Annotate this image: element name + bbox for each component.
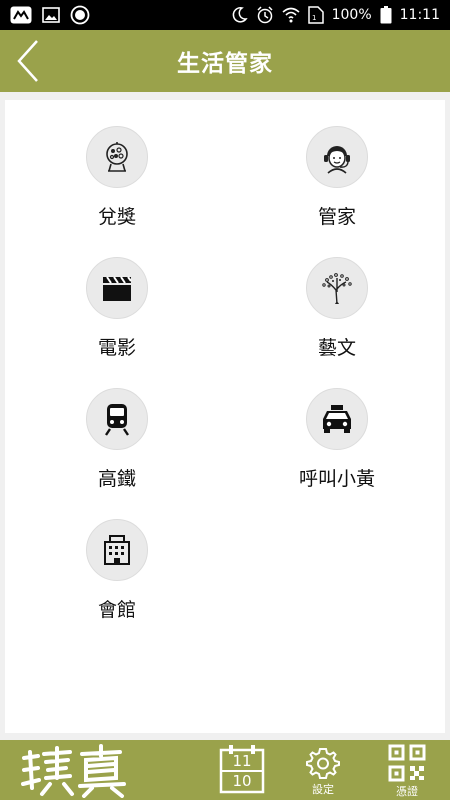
headset-person-icon [324, 146, 350, 174]
sim-icon: 1 [307, 6, 324, 24]
wifi-icon [282, 7, 300, 23]
menu-item-movie[interactable]: 電影 [47, 257, 187, 360]
tree-art-icon [322, 273, 352, 305]
back-button[interactable] [8, 38, 48, 84]
menu-item-icon-circle [86, 126, 148, 188]
menu-item-icon-circle [306, 388, 368, 450]
menu-item-label: 高鐵 [97, 468, 136, 490]
menu-item-icon-circle [306, 126, 368, 188]
brand-logo [20, 744, 130, 798]
menu-item-icon-circle [86, 257, 148, 319]
page-title: 生活管家 [177, 51, 273, 77]
image-icon [42, 7, 60, 23]
moon-icon [230, 6, 248, 24]
gear-icon [306, 748, 340, 779]
menu-item-label: 藝文 [317, 337, 356, 359]
credential-button[interactable]: 憑證 [388, 744, 426, 799]
alarm-icon [256, 6, 274, 24]
menu-item-lottery[interactable]: 兌獎 [47, 126, 187, 229]
menu-panel: 兌獎 管家 電影 藝文 高鐵 呼叫小黃 會館 [5, 100, 445, 733]
calendar-button[interactable]: 11 10 [219, 744, 265, 794]
calendar-top-number: 11 [232, 752, 252, 770]
menu-item-label: 兌獎 [97, 206, 136, 228]
menu-item-label: 呼叫小黃 [298, 468, 375, 490]
svg-text:1: 1 [312, 14, 316, 22]
building-icon [104, 535, 130, 565]
bottom-nav: 11 10 設定 憑證 [0, 740, 450, 800]
credential-label: 憑證 [396, 785, 418, 798]
lottery-icon [106, 142, 128, 172]
app-icon [10, 6, 32, 24]
settings-button[interactable]: 設定 [306, 746, 340, 797]
app-header: 生活管家 [0, 30, 450, 92]
menu-item-icon-circle [86, 519, 148, 581]
clock-time: 11:11 [399, 7, 440, 23]
menu-item-butler[interactable]: 管家 [267, 126, 407, 229]
menu-item-clubhouse[interactable]: 會館 [47, 519, 187, 622]
taxi-icon [323, 405, 351, 433]
menu-item-taxi[interactable]: 呼叫小黃 [267, 388, 407, 491]
status-right: 1 100% 11:11 [230, 6, 440, 24]
battery-percent: 100% [331, 7, 372, 23]
status-bar: 1 100% 11:11 [0, 0, 450, 30]
menu-item-arts[interactable]: 藝文 [267, 257, 407, 360]
clapperboard-icon [103, 276, 132, 301]
menu-item-label: 電影 [97, 337, 136, 359]
menu-item-hsr[interactable]: 高鐵 [47, 388, 187, 491]
battery-icon [380, 6, 392, 24]
menu-item-icon-circle [306, 257, 368, 319]
menu-item-label: 會館 [97, 599, 136, 621]
menu-item-icon-circle [86, 388, 148, 450]
calendar-bottom-number: 10 [232, 772, 252, 790]
chevron-left-icon [17, 40, 38, 82]
menu-item-label: 管家 [317, 206, 356, 228]
status-left [10, 5, 90, 25]
settings-label: 設定 [312, 783, 334, 796]
train-icon [105, 404, 129, 436]
qr-code-icon [388, 744, 426, 782]
record-icon [70, 5, 90, 25]
calendar-icon: 11 10 [219, 744, 265, 794]
